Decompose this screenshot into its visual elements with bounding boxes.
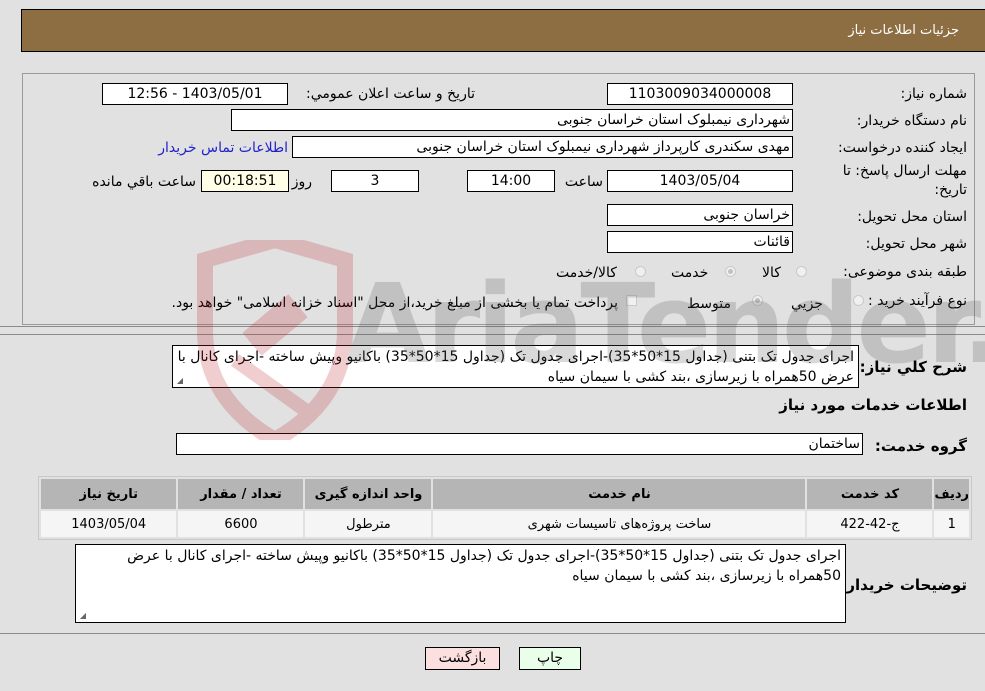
cell-service-name: ساخت پروژه‌های تاسیسات شهری	[433, 511, 806, 537]
buyer-notes-text: اجرای جدول تک بتنی (جداول 15*50*35)-اجرا…	[127, 548, 841, 584]
buyer-notes-label: توضیحات خریدار:	[840, 576, 967, 594]
col-header-service-code: کد خدمت	[807, 479, 933, 509]
process-type-label: نوع فرآیند خرید :	[868, 293, 967, 309]
process-option-minor: جزيي	[791, 296, 823, 312]
cell-need-date: 1403/05/04	[41, 511, 177, 537]
services-section-title: اطلاعات خدمات مورد نیاز	[779, 396, 967, 414]
table-row: 1 ج-42-422 ساخت پروژه‌های تاسیسات شهری م…	[41, 511, 969, 537]
deadline-time-field: 14:00	[467, 170, 555, 192]
process-radio-medium[interactable]	[752, 295, 763, 306]
col-header-unit: واحد اندازه گیری	[305, 479, 432, 509]
col-header-row-number: ردیف	[934, 479, 969, 509]
buyer-org-label: نام دستگاه خریدار:	[856, 113, 967, 129]
announce-date-field: 1403/05/01 - 12:56	[102, 83, 288, 105]
province-label: استان محل تحویل:	[857, 209, 967, 225]
deadline-label-line2: تاریخ:	[934, 182, 967, 198]
col-header-service-name: نام خدمت	[433, 479, 806, 509]
buyer-notes-textarea[interactable]: اجرای جدول تک بتنی (جداول 15*50*35)-اجرا…	[75, 544, 846, 623]
treasury-checkbox-label: پرداخت تمام یا بخشی از مبلغ خرید،از محل …	[171, 295, 618, 311]
category-option-service: خدمت	[671, 265, 709, 281]
resize-grip-icon[interactable]: ◢	[78, 612, 86, 620]
city-field: قائنات	[607, 231, 793, 253]
category-radio-service[interactable]	[725, 266, 736, 277]
divider	[0, 326, 985, 327]
cell-unit: مترطول	[305, 511, 432, 537]
services-table-wrap: ردیف کد خدمت نام خدمت واحد اندازه گیری ت…	[38, 476, 972, 540]
col-header-quantity: تعداد / مقدار	[178, 479, 304, 509]
process-option-medium: متوسط	[687, 296, 731, 312]
remaining-time-field: 00:18:51	[201, 170, 289, 192]
back-button[interactable]: بازگشت	[425, 647, 500, 670]
service-group-label: گروه خدمت:	[874, 437, 967, 455]
deadline-label: مهلت ارسال پاسخ: تا	[842, 163, 967, 179]
services-table: ردیف کد خدمت نام خدمت واحد اندازه گیری ت…	[38, 476, 972, 540]
deadline-date-field: 1403/05/04	[607, 170, 793, 192]
divider	[0, 334, 985, 335]
requester-label: ایجاد کننده درخواست:	[838, 140, 967, 156]
description-text: اجرای جدول تک بتنی (جداول 15*50*35)-اجرا…	[177, 349, 854, 385]
table-header-row: ردیف کد خدمت نام خدمت واحد اندازه گیری ت…	[41, 479, 969, 509]
page-header: جزئیات اطلاعات نیاز	[21, 9, 985, 52]
process-radio-minor[interactable]	[853, 295, 864, 306]
category-label: طبقه بندی موضوعی:	[843, 264, 967, 280]
description-textarea[interactable]: اجرای جدول تک بتنی (جداول 15*50*35)-اجرا…	[172, 345, 859, 388]
divider	[0, 633, 985, 634]
need-number-field: 1103009034000008	[607, 83, 793, 105]
buyer-org-field: شهرداری نیمبلوک استان خراسان جنوبی	[231, 109, 793, 131]
province-field: خراسان جنوبی	[607, 204, 793, 226]
city-label: شهر محل تحویل:	[865, 236, 967, 252]
cell-quantity: 6600	[178, 511, 304, 537]
resize-grip-icon[interactable]: ◢	[175, 377, 183, 385]
description-label: شرح کلي نیاز:	[859, 358, 967, 376]
col-header-need-date: تاریخ نیاز	[41, 479, 177, 509]
category-option-goods-service: کالا/خدمت	[556, 265, 617, 281]
announce-date-label: تاریخ و ساعت اعلان عمومي:	[306, 86, 475, 102]
category-radio-goods[interactable]	[796, 266, 807, 277]
print-button[interactable]: چاپ	[519, 647, 581, 670]
deadline-time-label: ساعت	[564, 174, 603, 190]
cell-row-number: 1	[934, 511, 969, 537]
buyer-contact-link[interactable]: اطلاعات تماس خریدار	[158, 140, 288, 156]
requester-field: مهدی سکندری کارپرداز شهرداری نیمبلوک است…	[292, 136, 793, 158]
service-group-field: ساختمان	[176, 433, 863, 455]
days-remaining-field: 3	[331, 170, 419, 192]
remaining-time-label: ساعت باقي مانده	[92, 174, 196, 190]
category-radio-goods-service[interactable]	[635, 266, 646, 277]
category-option-goods: کالا	[762, 265, 781, 281]
treasury-checkbox[interactable]	[626, 295, 637, 306]
cell-service-code: ج-42-422	[807, 511, 933, 537]
need-number-label: شماره نیاز:	[900, 86, 968, 102]
page-title: جزئیات اطلاعات نیاز	[848, 23, 959, 38]
